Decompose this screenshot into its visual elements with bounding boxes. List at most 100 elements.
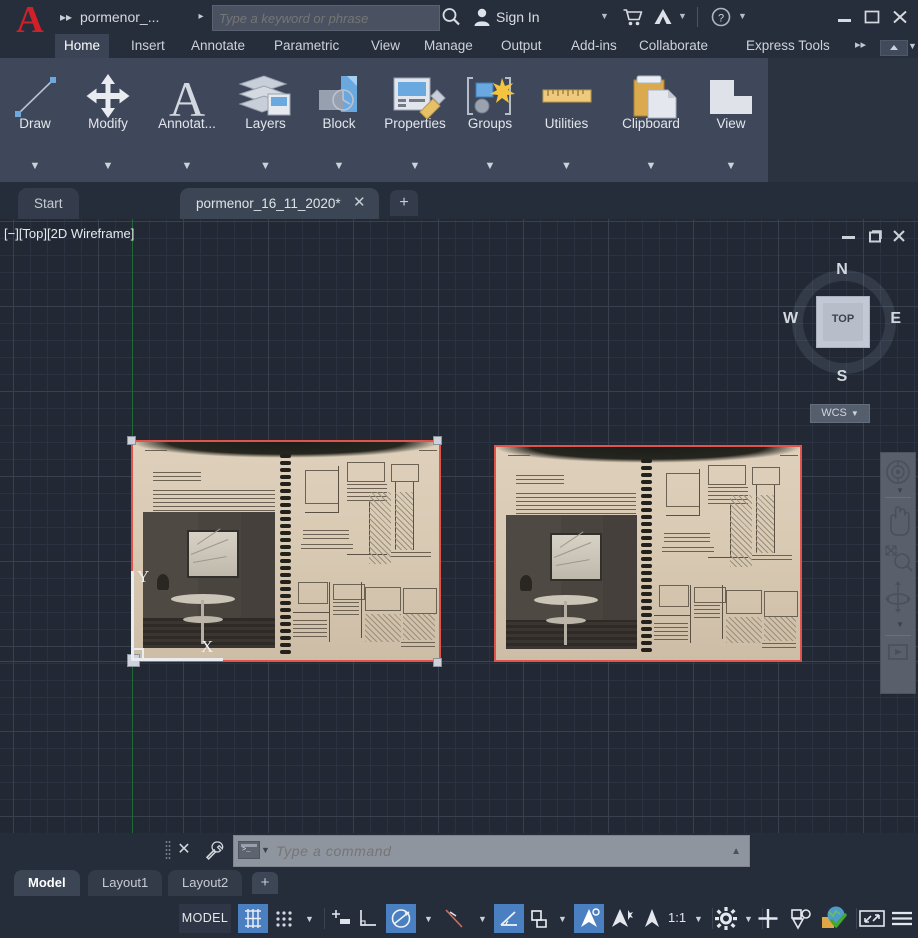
autodesk-dropdown-icon[interactable]: ▼ [678, 11, 687, 21]
sign-in-dropdown-icon[interactable]: ▼ [600, 11, 609, 21]
quick-access-chevron-icon[interactable]: ▸▸ [56, 9, 76, 25]
sign-in-label[interactable]: Sign In [496, 8, 540, 26]
layout-tab-model[interactable]: Model [14, 870, 80, 896]
chevron-up-icon[interactable]: ▲ [731, 846, 741, 857]
ribbon-overflow-icon[interactable]: ▸▸ [855, 38, 866, 51]
wrench-icon[interactable] [203, 839, 225, 861]
tab-view[interactable]: View [362, 34, 409, 58]
close-icon[interactable]: ✕ [175, 840, 193, 860]
new-layout-button[interactable]: + [252, 872, 278, 894]
tab-express-tools[interactable]: Express Tools [737, 34, 839, 58]
help-dropdown-icon[interactable]: ▼ [738, 11, 747, 21]
chevron-down-icon[interactable]: ▼ [455, 160, 525, 172]
person-icon[interactable] [472, 6, 492, 28]
chevron-down-icon[interactable]: ▼ [261, 845, 270, 855]
lineweight-toggle[interactable] [606, 904, 636, 933]
layout-tab-layout1[interactable]: Layout1 [88, 870, 163, 896]
transparency-toggle[interactable] [638, 904, 666, 933]
chevron-down-icon[interactable]: ▼ [694, 160, 768, 172]
selection-grip[interactable] [433, 436, 442, 445]
ucs-selector[interactable]: WCS ▼ [810, 404, 870, 423]
minimize-icon[interactable] [835, 8, 855, 26]
compass-south-label[interactable]: S [780, 368, 904, 386]
drawing-status-check-icon[interactable] [818, 904, 850, 933]
search-icon[interactable] [440, 6, 462, 28]
pan-hand-icon[interactable] [881, 501, 915, 539]
zoom-extents-icon[interactable] [881, 541, 915, 575]
clean-screen-fullscreen-icon[interactable] [856, 904, 888, 933]
infer-constraints-toggle[interactable] [326, 904, 354, 933]
chevron-down-icon[interactable]: ▼ [70, 160, 146, 172]
snap-dropdown-icon[interactable]: ▼ [305, 914, 314, 924]
workspace-dropdown-icon[interactable]: ▼ [744, 914, 753, 924]
annotation-scale-label[interactable]: 1:1 [668, 910, 686, 925]
command-line-drag-handle[interactable] [165, 840, 171, 860]
annotation-scale-dropdown-icon[interactable]: ▼ [694, 914, 703, 924]
osnap-dropdown-icon[interactable]: ▼ [478, 914, 487, 924]
viewport-close-icon[interactable] [890, 228, 908, 244]
layout-tab-layout2[interactable]: Layout2 [168, 870, 243, 896]
object-snap-toggle[interactable] [440, 904, 468, 933]
panel-annotation[interactable]: A Annotat... ▼ [146, 58, 229, 182]
chevron-down-icon[interactable]: ▼ [608, 160, 694, 172]
chevron-down-icon[interactable]: ▼ [0, 160, 70, 172]
selection-grip[interactable] [127, 436, 136, 445]
autodesk-triangle-icon[interactable] [652, 6, 674, 28]
panel-groups[interactable]: Groups ▼ [455, 58, 526, 182]
viewport-config-label[interactable]: [−][Top][2D Wireframe] [4, 226, 134, 241]
chevron-down-small-icon[interactable]: ▼ [896, 621, 904, 629]
close-icon[interactable] [890, 8, 910, 26]
search-input[interactable] [213, 6, 439, 30]
navigation-bar[interactable]: ▼ ▼ [880, 452, 916, 694]
dynamic-input-toggle[interactable] [574, 904, 604, 933]
hardware-acceleration-shapes-icon[interactable] [786, 904, 814, 933]
snap-mode-toggle[interactable] [270, 904, 298, 933]
console-prompt-icon[interactable] [238, 841, 260, 859]
file-tab-start[interactable]: Start [18, 188, 79, 219]
triangle-right-icon[interactable]: ▸ [194, 9, 208, 25]
tab-collaborate[interactable]: Collaborate [630, 34, 717, 58]
workspace-settings-gear-icon[interactable] [712, 904, 740, 933]
compass-north-label[interactable]: N [780, 261, 904, 279]
tab-insert[interactable]: Insert [122, 34, 174, 58]
viewport-restore-icon[interactable] [866, 228, 884, 244]
panel-utilities[interactable]: Utilities ▼ [525, 58, 609, 182]
tab-parametric[interactable]: Parametric [265, 34, 348, 58]
selection-grip[interactable] [433, 658, 442, 667]
question-mark-help-icon[interactable]: ? [710, 6, 732, 28]
tab-output[interactable]: Output [492, 34, 551, 58]
search-input-wrapper[interactable] [212, 5, 440, 31]
panel-clipboard[interactable]: Clipboard ▼ [608, 58, 695, 182]
polar-dropdown-icon[interactable]: ▼ [424, 914, 433, 924]
polar-tracking-toggle[interactable] [386, 904, 416, 933]
tab-annotate[interactable]: Annotate [182, 34, 254, 58]
dynamic-ucs-dropdown-icon[interactable]: ▼ [558, 914, 567, 924]
compass-east-label[interactable]: E [890, 310, 901, 328]
maximize-icon[interactable] [862, 8, 882, 26]
panel-draw[interactable]: Draw ▼ [0, 58, 71, 182]
chevron-down-icon[interactable]: ▼ [228, 160, 303, 172]
chevron-down-icon[interactable]: ▼ [851, 409, 859, 418]
isolate-objects-plus-icon[interactable] [754, 904, 782, 933]
viewport-minimize-icon[interactable] [840, 228, 858, 244]
view-cube-top-face[interactable]: TOP [816, 296, 870, 348]
dynamic-ucs-toggle[interactable] [524, 904, 554, 933]
close-icon[interactable]: ✕ [353, 195, 366, 210]
orbit-icon[interactable] [881, 577, 915, 617]
chevron-down-icon[interactable]: ▼ [303, 160, 375, 172]
showmotion-icon[interactable] [881, 641, 915, 665]
chevron-down-icon[interactable]: ▼ [146, 160, 228, 172]
notebook-spread-image-2[interactable] [494, 445, 802, 662]
shopping-cart-icon[interactable] [622, 6, 644, 28]
steering-wheel-icon[interactable] [881, 457, 915, 487]
drawing-canvas[interactable]: Y X [−][Top][2D Wireframe] TOP N S W E W… [0, 219, 918, 833]
tab-addins[interactable]: Add-ins [562, 34, 626, 58]
panel-view[interactable]: View ▼ [694, 58, 769, 182]
command-line[interactable]: ✕ ▼ ▲ [165, 833, 765, 867]
ribbon-state-icon[interactable] [880, 40, 908, 56]
view-cube[interactable]: TOP N S W E [780, 258, 904, 386]
ortho-mode-toggle[interactable] [354, 904, 382, 933]
grid-display-toggle[interactable] [238, 904, 268, 933]
panel-modify[interactable]: Modify ▼ [70, 58, 147, 182]
file-tab-drawing[interactable]: pormenor_16_11_2020* [180, 188, 379, 219]
